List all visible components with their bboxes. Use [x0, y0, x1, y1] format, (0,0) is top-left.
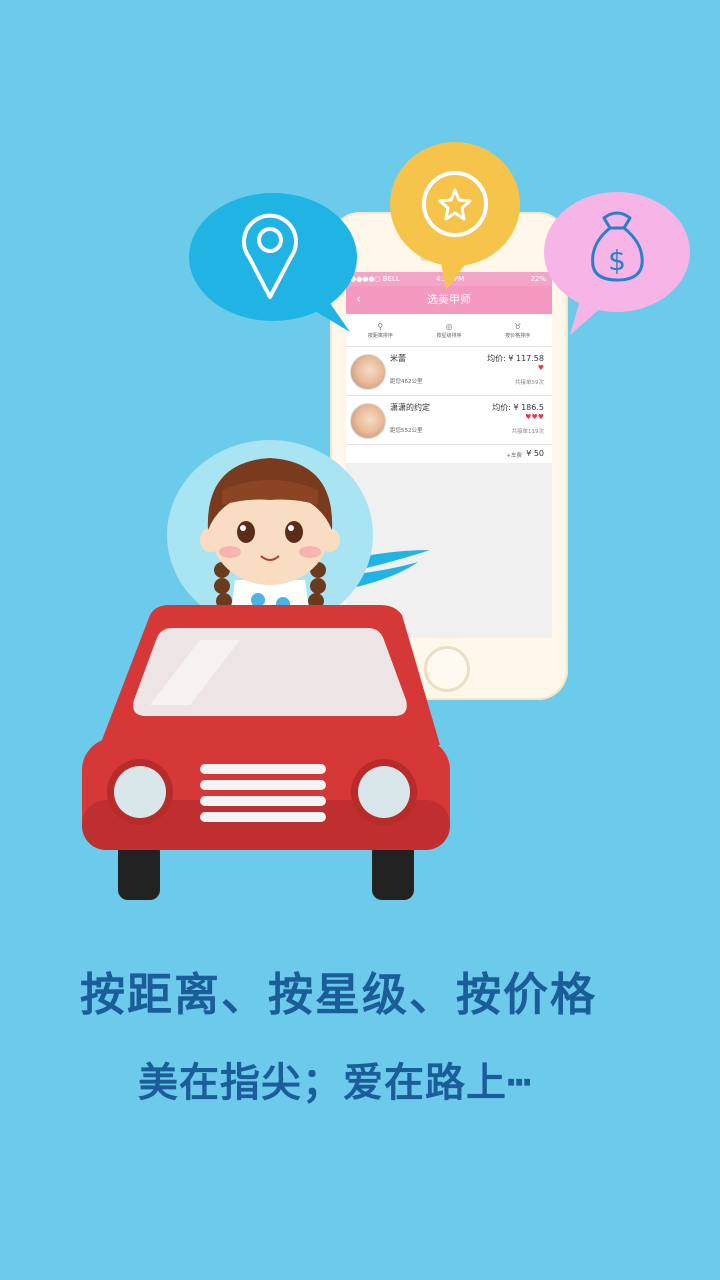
red-car	[82, 605, 450, 900]
headline-line-1: 按距离、按星级、按价格	[80, 968, 598, 1021]
headline-line-2: 美在指尖；爱在路上┅	[138, 1060, 533, 1106]
